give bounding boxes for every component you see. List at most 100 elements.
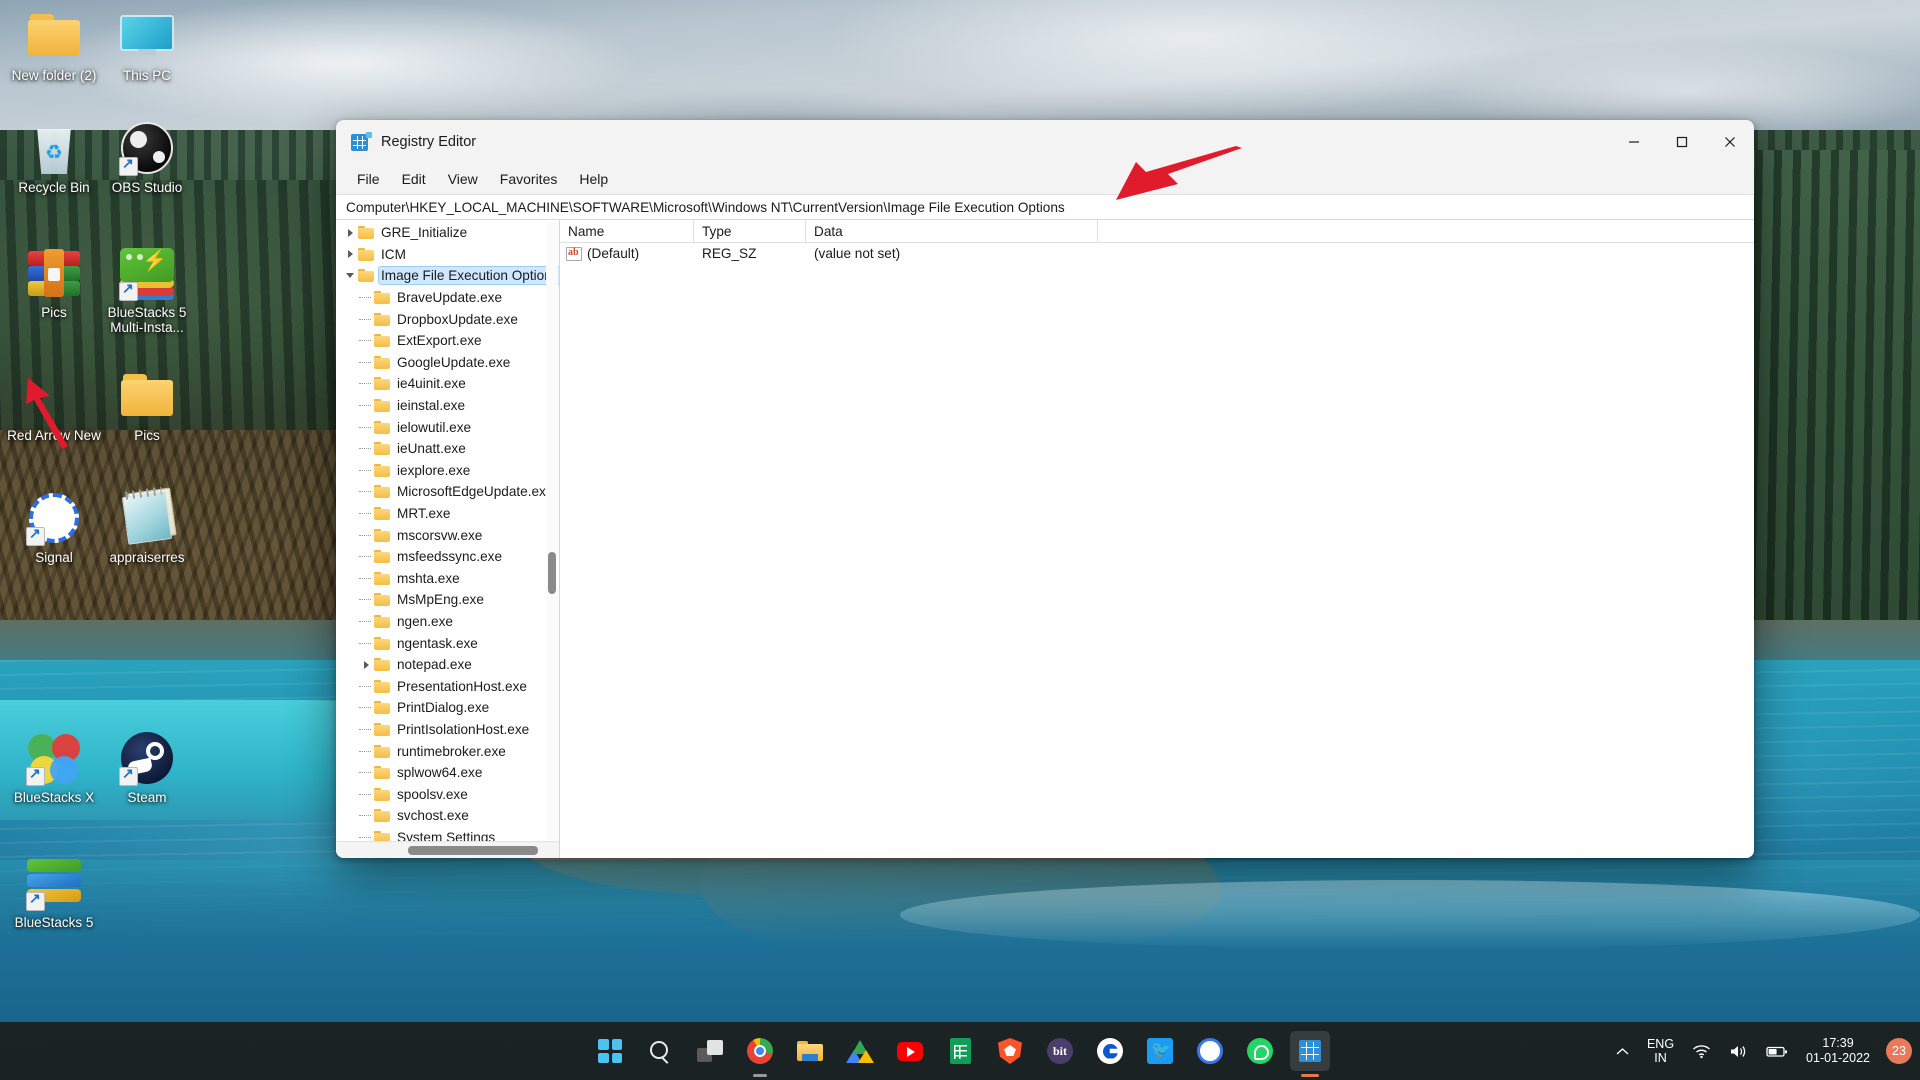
tree-item[interactable]: System Settings [336, 827, 559, 841]
tree-horizontal-scrollbar[interactable] [336, 841, 559, 858]
chevron-down-icon[interactable] [342, 273, 358, 279]
registry-values-pane[interactable]: Name Type Data (Default) REG_SZ (value not… [560, 219, 1754, 858]
tree-item[interactable]: GRE_Initialize [336, 222, 559, 244]
window-titlebar[interactable]: Registry Editor [336, 120, 1754, 164]
column-header-data[interactable]: Data [806, 219, 1098, 243]
registry-key-tree-pane[interactable]: GRE_Initialize ICM Image File Execution Op… [336, 220, 560, 858]
tree-item[interactable]: ngen.exe [336, 611, 559, 633]
value-row[interactable]: (Default) REG_SZ (value not set) [560, 243, 1754, 264]
desktop-icon-bluestacks-multi-instance[interactable]: ⚡ BlueStacks 5 Multi-Insta... [95, 245, 199, 335]
start-button[interactable] [590, 1031, 630, 1071]
menu-view[interactable]: View [437, 168, 489, 190]
close-button[interactable] [1706, 120, 1754, 164]
tree-item[interactable]: ieinstal.exe [336, 395, 559, 417]
google-sheets-button[interactable] [940, 1031, 980, 1071]
tree-item[interactable]: mscorsvw.exe [336, 524, 559, 546]
maximize-button[interactable] [1658, 120, 1706, 164]
values-row-list[interactable]: (Default) REG_SZ (value not set) [560, 243, 1754, 264]
tree-item[interactable]: PrintIsolationHost.exe [336, 719, 559, 741]
desktop-icon-bluestacks-x[interactable]: BlueStacks X [2, 730, 106, 805]
desktop-icon-this-pc[interactable]: This PC [95, 8, 199, 83]
minimize-button[interactable] [1610, 120, 1658, 164]
volume-button[interactable] [1722, 1038, 1755, 1065]
tree-item[interactable]: BraveUpdate.exe [336, 287, 559, 309]
clock[interactable]: 17:39 01-01-2022 [1799, 1030, 1880, 1072]
tree-item[interactable]: splwow64.exe [336, 762, 559, 784]
tree-item[interactable]: MicrosoftEdgeUpdate.exe [336, 481, 559, 503]
column-header-type[interactable]: Type [694, 219, 806, 243]
tree-item-label: ExtExport.exe [397, 333, 482, 349]
chevron-up-icon [1616, 1047, 1629, 1054]
tree-item[interactable]: ie4uinit.exe [336, 373, 559, 395]
taskbar[interactable]: bit ENG IN [0, 1022, 1920, 1080]
tree-item[interactable]: runtimebroker.exe [336, 740, 559, 762]
tree-item[interactable]: svchost.exe [336, 805, 559, 827]
chrome-button[interactable] [740, 1031, 780, 1077]
tree-item[interactable]: ielowutil.exe [336, 416, 559, 438]
whatsapp-button[interactable] [1240, 1031, 1280, 1071]
menu-help[interactable]: Help [568, 168, 619, 190]
tree-item[interactable]: msfeedssync.exe [336, 546, 559, 568]
tree-item[interactable]: notepad.exe [336, 654, 559, 676]
folder-icon [374, 722, 390, 736]
signal-button[interactable] [1190, 1031, 1230, 1071]
menu-edit[interactable]: Edit [391, 168, 437, 190]
tree-item[interactable]: MRT.exe [336, 503, 559, 525]
tree-item[interactable]: ieUnatt.exe [336, 438, 559, 460]
tree-item-label: spoolsv.exe [397, 786, 468, 802]
registry-editor-window[interactable]: Registry Editor File Edit View Favorites… [336, 120, 1754, 858]
search-button[interactable] [640, 1031, 680, 1071]
desktop-icon-bluestacks-5[interactable]: BlueStacks 5 [2, 855, 106, 930]
menu-favorites[interactable]: Favorites [489, 168, 569, 190]
registry-key-tree[interactable]: GRE_Initialize ICM Image File Execution Op… [336, 220, 559, 841]
language-indicator[interactable]: ENG IN [1640, 1031, 1681, 1071]
desktop-icon-label: appraiserres [109, 550, 185, 565]
tree-vertical-scroll-thumb[interactable] [548, 552, 556, 594]
tree-item[interactable]: ngentask.exe [336, 632, 559, 654]
tree-item[interactable]: GoogleUpdate.exe [336, 352, 559, 374]
desktop-icon-recycle-bin[interactable]: ♻ Recycle Bin [2, 120, 106, 195]
tree-item[interactable]: mshta.exe [336, 568, 559, 590]
tree-item[interactable]: ExtExport.exe [336, 330, 559, 352]
twitter-button[interactable] [1140, 1031, 1180, 1071]
folder-icon [374, 744, 390, 758]
tree-vertical-scrollbar[interactable] [546, 222, 558, 840]
desktop-icon-steam[interactable]: Steam [95, 730, 199, 805]
tree-item[interactable]: ICM [336, 244, 559, 266]
brave-button[interactable] [990, 1031, 1030, 1071]
circle-app-button[interactable] [1090, 1031, 1130, 1071]
tree-item[interactable]: iexplore.exe [336, 460, 559, 482]
folder-icon [374, 701, 390, 715]
notification-badge[interactable]: 23 [1886, 1038, 1912, 1064]
menu-file[interactable]: File [346, 168, 391, 190]
tree-item[interactable]: spoolsv.exe [336, 783, 559, 805]
column-header-name[interactable]: Name [560, 219, 694, 243]
address-bar[interactable]: Computer\HKEY_LOCAL_MACHINE\SOFTWARE\Mic… [336, 194, 1754, 220]
desktop-icon-new-folder-2[interactable]: New folder (2) [2, 8, 106, 83]
desktop-icon-pics-archive[interactable]: Pics [2, 245, 106, 320]
desktop-icon-appraiserres[interactable]: appraiserres [95, 486, 199, 565]
desktop-icon-pics-folder[interactable]: Pics [95, 368, 199, 443]
chevron-right-icon[interactable] [342, 250, 358, 259]
tree-item[interactable]: PrintDialog.exe [336, 697, 559, 719]
tree-item[interactable]: MsMpEng.exe [336, 589, 559, 611]
file-explorer-button[interactable] [790, 1031, 830, 1071]
youtube-button[interactable] [890, 1031, 930, 1071]
bit-button[interactable]: bit [1040, 1031, 1080, 1071]
task-view-button[interactable] [690, 1031, 730, 1071]
tree-horizontal-scroll-thumb[interactable] [408, 846, 538, 855]
tree-item[interactable]: DropboxUpdate.exe [336, 308, 559, 330]
tray-overflow-button[interactable] [1609, 1041, 1636, 1062]
desktop-icon-signal[interactable]: Signal [2, 490, 106, 565]
twitter-icon [1147, 1038, 1173, 1064]
chevron-right-icon[interactable] [358, 660, 374, 669]
google-drive-button[interactable] [840, 1031, 880, 1071]
desktop-icon-red-arrow-new[interactable]: Red Arrow New [2, 368, 106, 443]
tree-item[interactable]: PresentationHost.exe [336, 675, 559, 697]
desktop-icon-obs-studio[interactable]: OBS Studio [95, 120, 199, 195]
tree-item[interactable]: Image File Execution Options [336, 265, 559, 287]
battery-button[interactable] [1759, 1039, 1795, 1064]
chevron-right-icon[interactable] [342, 228, 358, 237]
registry-editor-button[interactable] [1290, 1031, 1330, 1077]
wifi-button[interactable] [1685, 1038, 1718, 1065]
